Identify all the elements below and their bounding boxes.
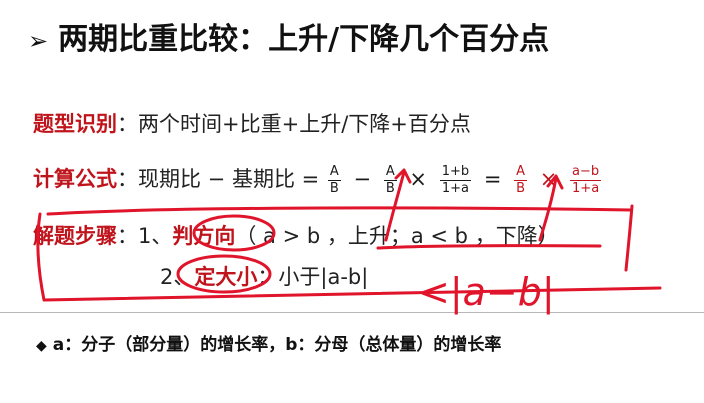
formula-row: 计算公式：现期比 − 基期比 = AB − AB × 1+b 1+a = AB ×… (33, 163, 603, 197)
step1-text: （ a > b ，上升；a < b ，下降） (235, 224, 559, 248)
identify-row: 题型识别：两个时间+比重+上升/下降+百分点 (33, 108, 471, 138)
fraction-a-over-b-2: AB (383, 163, 397, 196)
identify-text: 两个时间+比重+上升/下降+百分点 (138, 112, 471, 136)
minus-sign: − (353, 167, 372, 191)
times-sign-1: × (409, 167, 428, 191)
equals-sign: = (483, 167, 502, 191)
fraction-a-over-b-1: AB (327, 163, 341, 196)
step1-keyword: 判方向 (172, 224, 236, 248)
slide-title: ➢ 两期比重比较：上升/下降几个百分点 (28, 14, 549, 58)
annotation-mark-right (624, 204, 634, 272)
annotation-handwritten-text: <|a−b| (418, 270, 555, 315)
step2-keyword: 定大小 (194, 265, 258, 289)
diamond-bullet-icon: ◆ (36, 338, 47, 354)
slide-title-text: 两期比重比较：上升/下降几个百分点 (58, 22, 550, 57)
formula-label: 计算公式 (33, 167, 117, 191)
identify-colon: ： (117, 112, 138, 136)
footnote: ◆ a：分子（部分量）的增长率，b：分母（总体量）的增长率 (36, 330, 501, 355)
divider (0, 312, 704, 313)
formula-colon: ： (117, 167, 138, 191)
footnote-text: a：分子（部分量）的增长率，b：分母（总体量）的增长率 (52, 335, 502, 355)
step2-number: 2、 (160, 265, 195, 289)
step1-number: 1、 (138, 224, 173, 248)
step2-row: 2、定大小：小于|a-b| (160, 261, 368, 291)
steps-label: 解题步骤 (33, 224, 117, 248)
fraction-growth-ratio: 1+b 1+a (439, 163, 472, 196)
fraction-a-over-b-red: AB (514, 163, 528, 196)
identify-label: 题型识别 (33, 112, 117, 136)
steps-row: 解题步骤：1、判方向（ a > b ，上升；a < b ，下降） (33, 220, 559, 250)
fraction-diff-ratio: a−b 1+a (570, 163, 602, 196)
steps-colon: ： (117, 224, 138, 248)
formula-text: 现期比 − 基期比 = (138, 167, 320, 191)
arrow-bullet-icon: ➢ (28, 27, 49, 55)
step2-text: ：小于|a-b| (257, 265, 369, 289)
times-sign-2: × (539, 167, 558, 191)
